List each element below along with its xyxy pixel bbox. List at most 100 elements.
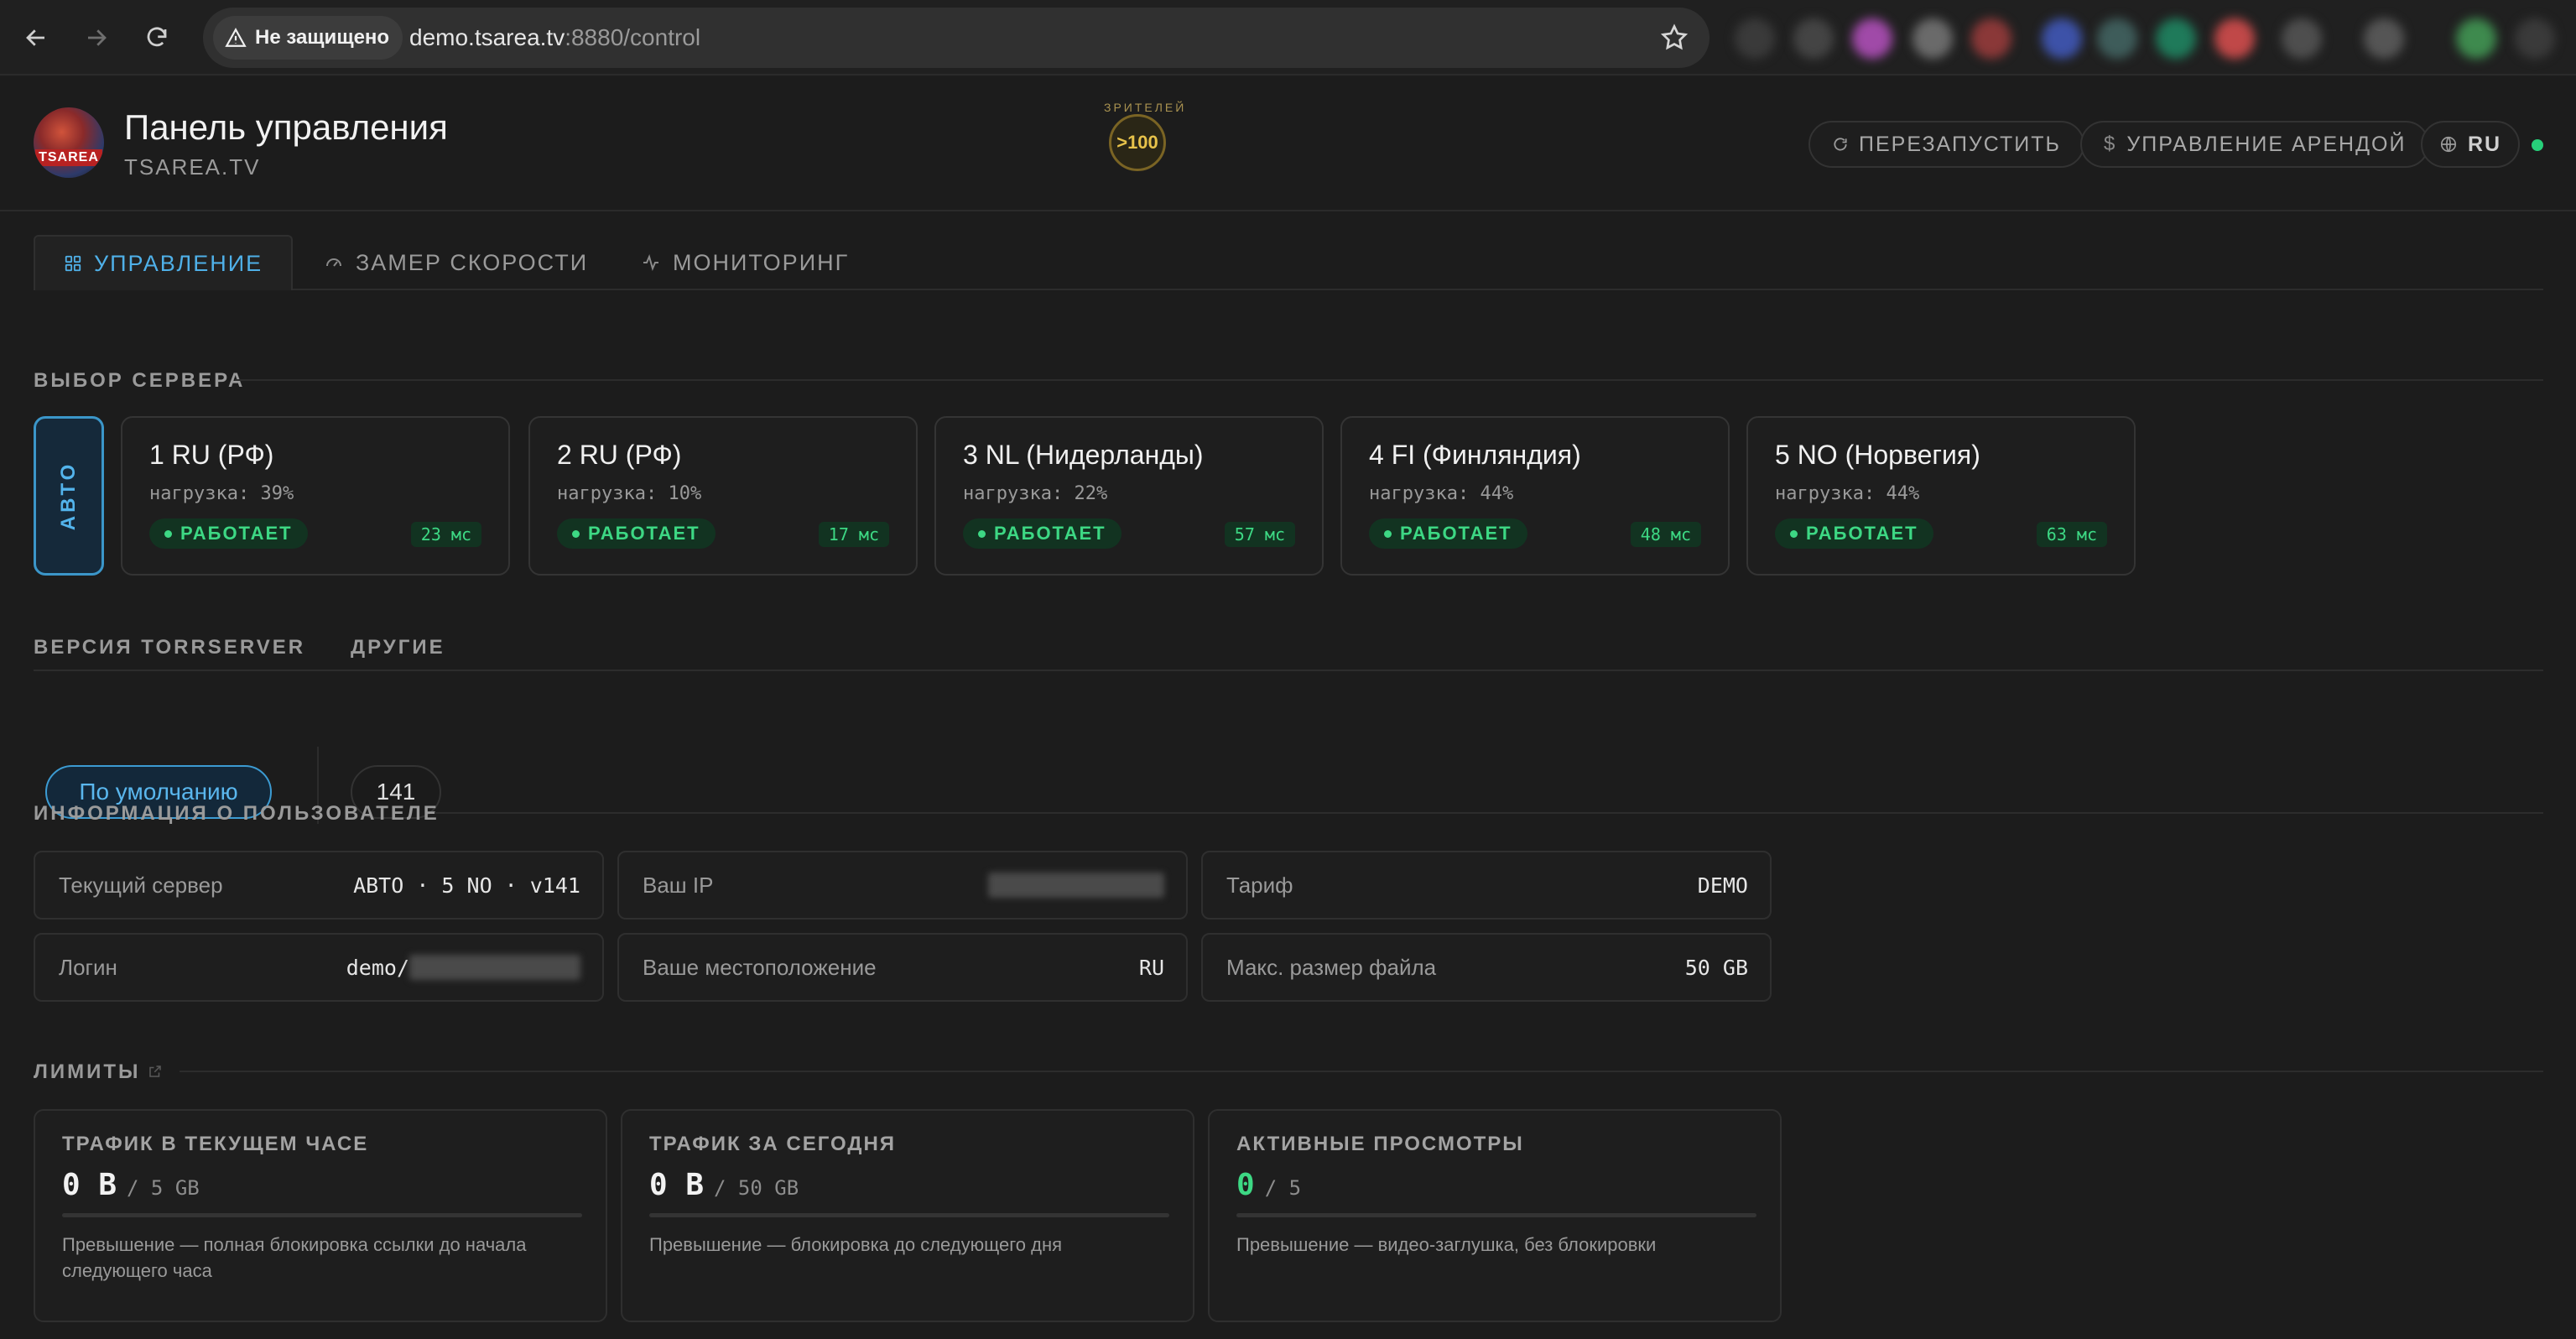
tab-label: ЗАМЕР СКОРОСТИ: [356, 249, 589, 275]
security-chip[interactable]: Не защищено: [213, 16, 403, 60]
login-value: demo/: [346, 935, 580, 1000]
divider: [34, 670, 2543, 671]
extension-icon[interactable]: [2156, 18, 2196, 59]
limit-card-active-views: АКТИВНЫЕ ПРОСМОТРЫ 0 / 5 Превышение — ви…: [1208, 1109, 1782, 1322]
info-value: 50 GB: [1684, 955, 1748, 980]
language-label: RU: [2468, 132, 2502, 156]
tab-control[interactable]: УПРАВЛЕНИЕ: [34, 235, 294, 290]
server-status-badge: РАБОТАЕТ: [557, 518, 716, 549]
extension-icon[interactable]: [1852, 18, 1892, 59]
limits-title: ЛИМИТЫ: [34, 1060, 141, 1083]
server-ping: 48 мс: [1630, 522, 1701, 547]
limit-description: Превышение — полная блокировка ссылки до…: [62, 1234, 527, 1281]
auto-label: АВТО: [57, 461, 81, 531]
info-value: DEMO: [1697, 873, 1748, 898]
restart-button[interactable]: ПЕРЕЗАПУСТИТЬ: [1808, 121, 2084, 168]
browser-menu-icon[interactable]: [2515, 18, 2555, 59]
server-card-2[interactable]: 2 RU (РФ) нагрузка: 10% РАБОТАЕТ 17 мс: [528, 416, 918, 576]
external-link-icon[interactable]: [148, 1064, 163, 1079]
server-card-3[interactable]: 3 NL (Нидерланды) нагрузка: 22% РАБОТАЕТ…: [934, 416, 1324, 576]
server-name: 1 RU (РФ): [149, 440, 274, 470]
site-logo[interactable]: TSAREA: [34, 107, 104, 178]
status-label: РАБОТАЕТ: [1400, 523, 1512, 544]
limit-current: 0 B: [62, 1168, 117, 1202]
auto-server-button[interactable]: АВТО: [34, 416, 104, 576]
browser-toolbar: Не защищено demo.tsarea.tv:8880/control: [0, 0, 2576, 76]
tab-speed-test[interactable]: ЗАМЕР СКОРОСТИ: [324, 235, 588, 290]
extension-icon[interactable]: [2214, 18, 2255, 59]
status-dot: [1384, 529, 1392, 538]
globe-icon: [2440, 136, 2457, 153]
activity-icon: [643, 254, 658, 271]
extension-icon[interactable]: [2097, 18, 2137, 59]
server-name: 2 RU (РФ): [557, 440, 682, 470]
security-label: Не защищено: [255, 26, 390, 49]
server-ping: 63 мс: [2036, 522, 2107, 547]
connection-status-dot: [2532, 139, 2543, 151]
reload-icon: [147, 27, 167, 47]
server-status-badge: РАБОТАЕТ: [1775, 518, 1933, 549]
arrow-left-icon: [26, 29, 44, 46]
rent-management-button[interactable]: $ УПРАВЛЕНИЕ АРЕНДОЙ: [2080, 121, 2430, 168]
info-key: Ваше местоположение: [643, 954, 877, 980]
limit-card-hour-traffic: ТРАФИК В ТЕКУЩЕМ ЧАСЕ 0 B / 5 GB Превыше…: [34, 1109, 607, 1322]
ip-row: Ваш IP: [617, 851, 1188, 920]
language-button[interactable]: RU: [2421, 121, 2521, 168]
page-title: Панель управления: [124, 107, 448, 147]
back-button[interactable]: [17, 18, 55, 57]
tariff-row: Тариф DEMO: [1201, 851, 1772, 920]
login-prefix: demo/: [346, 955, 409, 980]
current-server-row: Текущий сервер АВТО · 5 NO · v141: [34, 851, 604, 920]
status-label: РАБОТАЕТ: [994, 523, 1106, 544]
limit-max: / 50 GB: [714, 1176, 799, 1200]
status-label: РАБОТАЕТ: [180, 523, 293, 544]
info-key: Логин: [59, 954, 117, 980]
server-status-badge: РАБОТАЕТ: [1369, 518, 1527, 549]
profile-avatar[interactable]: [2456, 18, 2496, 59]
limit-max: / 5: [1264, 1176, 1302, 1200]
status-dot: [164, 529, 172, 538]
extension-icon[interactable]: [1735, 18, 1775, 59]
limit-progress-bar: [1236, 1213, 1756, 1217]
extension-icon[interactable]: [2282, 18, 2322, 59]
limit-progress-bar: [62, 1213, 582, 1217]
extension-icon[interactable]: [1971, 18, 2011, 59]
limit-current: 0: [1236, 1168, 1255, 1202]
limit-current: 0 B: [649, 1168, 705, 1202]
tab-label: МОНИТОРИНГ: [673, 249, 850, 275]
control-page: TSAREA Панель управления TSAREA.TV ЗРИТЕ…: [0, 77, 2576, 1339]
info-key: Текущий сервер: [59, 872, 223, 898]
bookmark-star-icon[interactable]: [1659, 23, 1689, 53]
server-card-5[interactable]: 5 NO (Норвегия) нагрузка: 44% РАБОТАЕТ 6…: [1746, 416, 2136, 576]
server-ping: 23 мс: [410, 522, 481, 547]
server-name: 5 NO (Норвегия): [1775, 440, 1980, 470]
torrserver-version-title: ВЕРСИЯ TORRSERVER: [34, 636, 306, 659]
viewers-badge: ЗРИТЕЛЕЙ >100: [1104, 101, 1184, 171]
max-file-size-row: Макс. размер файла 50 GB: [1201, 933, 1772, 1002]
forward-button[interactable]: [77, 18, 116, 57]
info-key: Макс. размер файла: [1226, 954, 1437, 980]
server-load: нагрузка: 22%: [963, 483, 1108, 504]
other-versions-title: ДРУГИЕ: [351, 636, 445, 659]
divider: [235, 379, 2543, 381]
url-text[interactable]: demo.tsarea.tv:8880/control: [409, 8, 700, 68]
rent-label: УПРАВЛЕНИЕ АРЕНДОЙ: [2126, 132, 2407, 156]
server-card-4[interactable]: 4 FI (Финляндия) нагрузка: 44% РАБОТАЕТ …: [1340, 416, 1730, 576]
limit-description: Превышение — блокировка до следующего дн…: [649, 1234, 1063, 1255]
extension-icon[interactable]: [2042, 18, 2082, 59]
extension-icon[interactable]: [1912, 18, 1953, 59]
reload-button[interactable]: [138, 18, 176, 57]
warning-icon: [225, 28, 247, 47]
server-ping: 57 мс: [1224, 522, 1295, 547]
dollar-icon: $: [2104, 133, 2117, 155]
info-value: АВТО · 5 NO · v141: [353, 873, 580, 898]
tab-monitoring[interactable]: МОНИТОРИНГ: [641, 235, 849, 290]
tab-bar: УПРАВЛЕНИЕ ЗАМЕР СКОРОСТИ МОНИТОРИНГ: [34, 235, 2543, 290]
extension-icon[interactable]: [1793, 18, 1834, 59]
server-load: нагрузка: 39%: [149, 483, 294, 504]
server-card-1[interactable]: 1 RU (РФ) нагрузка: 39% РАБОТАЕТ 23 мс: [121, 416, 510, 576]
divider: [180, 1071, 2543, 1072]
extension-icon[interactable]: [2364, 18, 2404, 59]
address-bar[interactable]: Не защищено demo.tsarea.tv:8880/control: [203, 8, 1710, 68]
divider: [435, 812, 2543, 814]
